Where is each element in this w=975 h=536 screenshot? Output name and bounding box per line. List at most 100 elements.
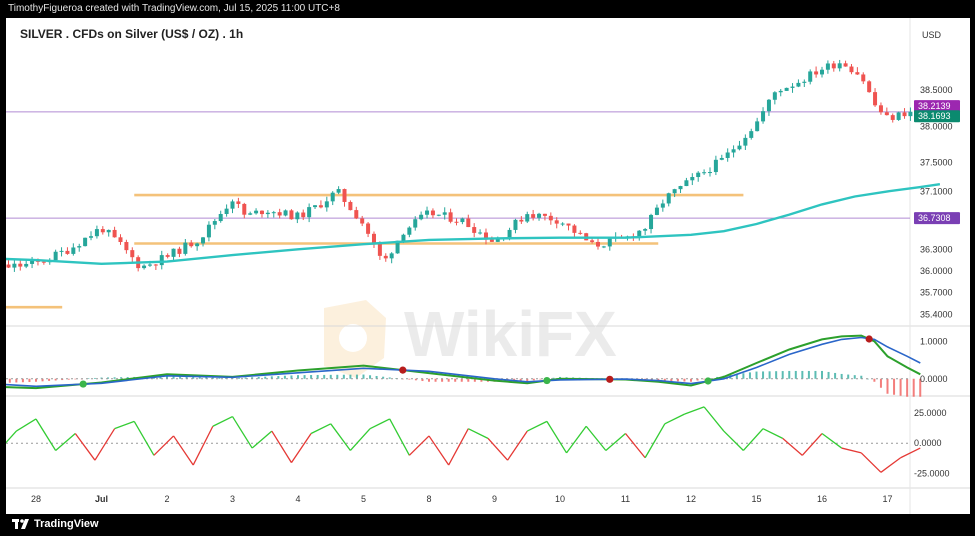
candle-body-128	[696, 172, 701, 178]
macd-hist-bar-145	[886, 378, 889, 394]
macd-hist-bar-135	[821, 370, 823, 379]
macd-hist-bar-63	[349, 374, 352, 379]
time-tick-4: 4	[295, 494, 300, 504]
candle-body-32	[130, 250, 135, 258]
macd-hist-bar-59	[323, 374, 326, 379]
candle-body-87	[454, 221, 459, 223]
candle-body-131	[713, 159, 718, 173]
candle-body-73	[371, 233, 376, 244]
candle-body-66	[330, 192, 335, 202]
macd-hist-bar-60	[329, 374, 332, 379]
oscillator-segment-38	[664, 413, 685, 425]
macd-cross-dot-2	[543, 376, 551, 385]
candle-body-91	[478, 232, 483, 234]
candle-body-67	[336, 189, 341, 193]
candle-body-163	[902, 112, 907, 117]
macd-hist-bar-132	[801, 370, 804, 379]
candle-body-140	[766, 99, 771, 112]
oscillator-segment-5	[16, 418, 37, 432]
candle-body-137	[749, 131, 754, 138]
time-tick-9: 11	[621, 494, 630, 504]
oscillator-segment-33	[566, 425, 587, 454]
time-tick-13: 17	[882, 494, 892, 504]
candle-body-84	[436, 214, 441, 216]
oscillator-tick-1: 0.0000	[914, 438, 942, 448]
tradingview-screenshot: TimothyFigueroa created with TradingView…	[0, 0, 975, 536]
macd-hist-bar-123	[742, 373, 745, 379]
candle-body-69	[348, 201, 353, 211]
candle-body-48	[224, 208, 229, 214]
candle-body-64	[318, 205, 323, 208]
oscillator-segment-29	[487, 437, 509, 461]
time-tick-8: 10	[555, 494, 565, 504]
tradingview-brand[interactable]: TradingView	[12, 518, 99, 530]
chart-area[interactable]: WikiFX SILVER . CFDs on Silver (US$ / OZ…	[0, 18, 970, 514]
candle-body-44	[201, 237, 206, 244]
oscillator-segment-25	[408, 435, 430, 456]
candle-body-54	[259, 210, 264, 215]
currency-label: USD	[922, 30, 942, 40]
macd-hist-bar-69	[388, 377, 391, 379]
candle-body-47	[218, 213, 223, 222]
macd-hist-bar-126	[762, 371, 765, 379]
macd-hist-bar-57	[310, 375, 313, 379]
candle-body-19	[53, 251, 58, 261]
candle-body-83	[430, 210, 435, 216]
candle-body-21	[65, 250, 70, 254]
macd-hist-bar-11	[8, 378, 11, 383]
time-axis-ticks[interactable]: 28 Jul 2 3 4 5 8 9 10 11 12 15 16 17	[31, 494, 893, 504]
oscillator-segment-23	[369, 418, 390, 430]
candle-body-63	[313, 205, 318, 208]
macd-hist-bar-14	[28, 378, 31, 382]
time-tick-7: 9	[492, 494, 497, 504]
macd-hist-bar-72	[408, 378, 411, 380]
candle-body-151	[831, 63, 836, 69]
tradingview-brand-text: TradingView	[34, 518, 99, 530]
candle-body-76	[389, 253, 394, 259]
candle-body-155	[855, 72, 860, 75]
candle-body-125	[678, 186, 683, 190]
candle-body-161	[890, 115, 895, 120]
candle-body-143	[784, 87, 789, 91]
candle-body-65	[324, 201, 329, 208]
macd-hist-bar-117	[703, 378, 706, 380]
candle-body-90	[472, 227, 477, 233]
macd-hist-bar-46	[238, 377, 241, 379]
candle-body-134	[731, 149, 736, 153]
candle-body-82	[425, 210, 430, 215]
candle-body-38	[165, 255, 170, 257]
oscillator-segment-48	[860, 452, 882, 473]
candle-body-27	[100, 229, 105, 233]
candle-body-110	[590, 240, 595, 242]
candle-body-102	[542, 213, 547, 216]
tradingview-logo-icon	[12, 519, 29, 529]
candle-body-60	[295, 212, 300, 220]
candle-body-74	[377, 243, 382, 256]
candle-body-93	[489, 239, 494, 242]
macd-hist-bar-61	[336, 374, 339, 379]
candle-body-112	[601, 246, 606, 248]
candle-body-119	[643, 229, 648, 231]
candle-body-121	[654, 207, 659, 215]
macd-hist-bar-130	[788, 370, 791, 379]
candle-body-12	[12, 263, 17, 268]
macd-hist-bar-66	[369, 375, 372, 379]
macd-hist-bar-149	[912, 378, 915, 397]
chart-svg[interactable]: WikiFX SILVER . CFDs on Silver (US$ / OZ…	[0, 18, 970, 514]
candle-body-55	[265, 212, 270, 215]
macd-hist-bar-140	[853, 375, 856, 379]
last-price-badge: 38.1693	[918, 111, 951, 121]
candle-body-40	[177, 248, 182, 254]
candle-body-147	[808, 71, 813, 82]
macd-hist-bar-134	[814, 370, 817, 379]
hline-price-badge: 36.7308	[918, 213, 951, 223]
candle-body-141	[772, 92, 777, 100]
oscillator-segment-24	[389, 418, 410, 456]
candle-body-46	[212, 221, 217, 225]
candle-body-85	[442, 212, 447, 215]
oscillator-segment-34	[585, 425, 607, 451]
oscillator-segment-46	[821, 432, 843, 449]
candle-body-68	[342, 189, 347, 202]
candle-body-97	[513, 219, 518, 230]
candle-body-43	[195, 243, 200, 247]
